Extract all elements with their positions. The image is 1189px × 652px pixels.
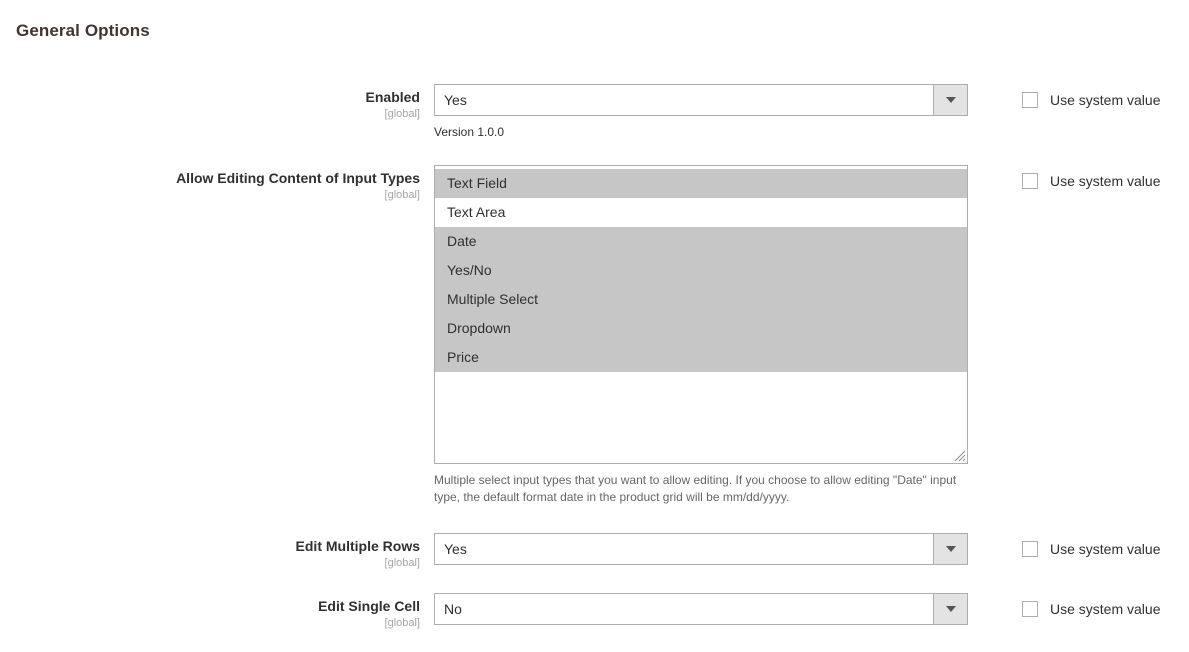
- triangle-down-glyph: [945, 546, 956, 552]
- list-item[interactable]: Text Field: [435, 169, 967, 198]
- use-system-value-label: Use system value: [1050, 92, 1161, 108]
- use-system-value-edit-single-cell[interactable]: Use system value: [1022, 601, 1160, 617]
- use-system-value-checkbox[interactable]: [1022, 541, 1038, 557]
- field-scope-edit-multiple-rows: [global]: [384, 557, 420, 569]
- field-label-enabled: Enabled: [365, 89, 420, 105]
- resize-handle-icon[interactable]: [952, 448, 966, 462]
- list-item[interactable]: Date: [435, 227, 967, 256]
- use-system-value-checkbox[interactable]: [1022, 173, 1038, 189]
- page-title: General Options: [16, 21, 150, 40]
- select-edit-single-cell-value: No: [444, 601, 462, 617]
- field-label-group-edit-single-cell: Edit Single Cell [global]: [0, 593, 434, 630]
- field-label-group-edit-multiple-rows: Edit Multiple Rows [global]: [0, 533, 434, 570]
- select-enabled[interactable]: Yes: [434, 84, 968, 116]
- use-system-value-enabled[interactable]: Use system value: [1022, 92, 1160, 108]
- field-row-enabled: Enabled [global] Yes Version 1.0.0: [0, 84, 968, 141]
- use-system-value-label: Use system value: [1050, 601, 1161, 617]
- field-label-group-enabled: Enabled [global]: [0, 84, 434, 121]
- field-label-edit-single-cell: Edit Single Cell: [318, 598, 420, 614]
- field-control-allow-editing: Text Field Text Area Date Yes/No Multipl…: [434, 165, 968, 506]
- list-item[interactable]: Price: [435, 343, 967, 372]
- select-enabled-value: Yes: [444, 92, 467, 108]
- list-item[interactable]: Dropdown: [435, 314, 967, 343]
- list-item[interactable]: Multiple Select: [435, 285, 967, 314]
- use-system-value-label: Use system value: [1050, 541, 1161, 557]
- field-note-enabled: Version 1.0.0: [434, 125, 505, 139]
- triangle-down-glyph: [945, 97, 956, 103]
- list-item[interactable]: Text Area: [435, 198, 967, 227]
- use-system-value-checkbox[interactable]: [1022, 601, 1038, 617]
- field-label-group-allow-editing: Allow Editing Content of Input Types [gl…: [0, 165, 434, 202]
- select-edit-single-cell[interactable]: No: [434, 593, 968, 625]
- chevron-down-icon[interactable]: [933, 534, 967, 564]
- use-system-value-allow-editing[interactable]: Use system value: [1022, 173, 1160, 189]
- select-edit-multiple-rows[interactable]: Yes: [434, 533, 968, 565]
- general-options-page: General Options Enabled [global] Yes Ver…: [0, 0, 1189, 652]
- field-label-edit-multiple-rows: Edit Multiple Rows: [295, 538, 420, 554]
- triangle-down-glyph: [945, 606, 956, 612]
- field-scope-enabled: [global]: [384, 108, 420, 120]
- use-system-value-label: Use system value: [1050, 173, 1161, 189]
- field-control-edit-single-cell: No: [434, 593, 968, 625]
- use-system-value-checkbox[interactable]: [1022, 92, 1038, 108]
- field-control-edit-multiple-rows: Yes: [434, 533, 968, 565]
- chevron-down-icon[interactable]: [933, 594, 967, 624]
- field-row-allow-editing: Allow Editing Content of Input Types [gl…: [0, 165, 968, 506]
- field-scope-allow-editing: [global]: [384, 189, 420, 201]
- field-label-allow-editing: Allow Editing Content of Input Types: [176, 170, 420, 186]
- chevron-down-icon[interactable]: [933, 85, 967, 115]
- field-row-edit-multiple-rows: Edit Multiple Rows [global] Yes: [0, 533, 968, 570]
- field-row-edit-single-cell: Edit Single Cell [global] No: [0, 593, 968, 630]
- use-system-value-edit-multiple-rows[interactable]: Use system value: [1022, 541, 1160, 557]
- multiselect-input-types[interactable]: Text Field Text Area Date Yes/No Multipl…: [434, 165, 968, 464]
- field-note-allow-editing: Multiple select input types that you wan…: [434, 473, 957, 504]
- field-control-enabled: Yes Version 1.0.0: [434, 84, 968, 141]
- select-edit-multiple-rows-value: Yes: [444, 541, 467, 557]
- field-scope-edit-single-cell: [global]: [384, 617, 420, 629]
- list-item[interactable]: Yes/No: [435, 256, 967, 285]
